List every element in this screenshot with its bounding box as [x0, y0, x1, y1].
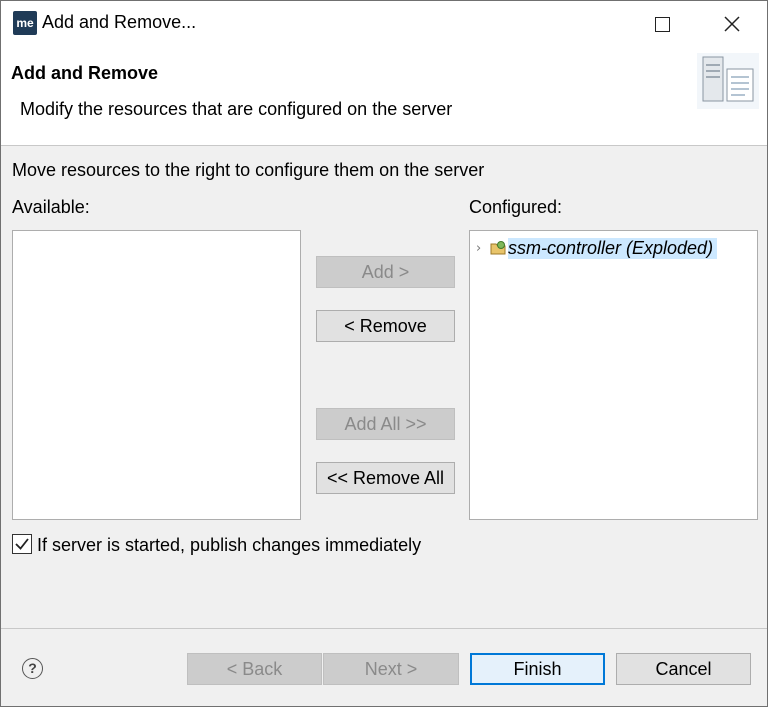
- title-bar: me Add and Remove...: [1, 1, 767, 47]
- help-icon[interactable]: ?: [22, 658, 43, 679]
- server-icon: [697, 53, 759, 109]
- checkmark-icon: [15, 538, 29, 550]
- web-module-icon: [490, 241, 506, 255]
- chevron-right-icon[interactable]: ›: [476, 241, 490, 256]
- page-description: Modify the resources that are configured…: [20, 99, 453, 119]
- close-button[interactable]: [709, 1, 755, 47]
- remove-button[interactable]: < Remove: [316, 310, 455, 342]
- available-list[interactable]: [12, 230, 301, 520]
- configured-list[interactable]: › ssm-controller (Exploded): [469, 230, 758, 520]
- finish-button[interactable]: Finish: [470, 653, 605, 685]
- tree-item-label: ssm-controller (Exploded): [508, 237, 718, 259]
- dialog-header: Add and Remove Modify the resources that…: [1, 47, 767, 146]
- app-icon: me: [13, 11, 37, 35]
- footer-separator: [1, 628, 767, 629]
- publish-checkbox-label[interactable]: If server is started, publish changes im…: [37, 535, 421, 556]
- maximize-icon: [654, 16, 670, 32]
- page-title: Add and Remove: [11, 63, 159, 83]
- publish-checkbox[interactable]: [12, 534, 32, 554]
- add-button[interactable]: Add >: [316, 256, 455, 288]
- back-button[interactable]: < Back: [187, 653, 322, 685]
- configured-label: Configured:: [469, 197, 563, 217]
- add-all-button[interactable]: Add All >>: [316, 408, 455, 440]
- remove-all-button[interactable]: << Remove All: [316, 462, 455, 494]
- window-title: Add and Remove...: [42, 12, 197, 32]
- available-label: Available:: [12, 197, 90, 217]
- instruction-text: Move resources to the right to configure…: [12, 160, 485, 180]
- cancel-button[interactable]: Cancel: [616, 653, 751, 685]
- maximize-button[interactable]: [639, 1, 685, 47]
- tree-item-ssm-controller[interactable]: › ssm-controller (Exploded): [476, 235, 718, 261]
- close-icon: [724, 16, 740, 32]
- add-remove-dialog: me Add and Remove... Add and Remove Modi…: [0, 0, 768, 707]
- next-button[interactable]: Next >: [323, 653, 459, 685]
